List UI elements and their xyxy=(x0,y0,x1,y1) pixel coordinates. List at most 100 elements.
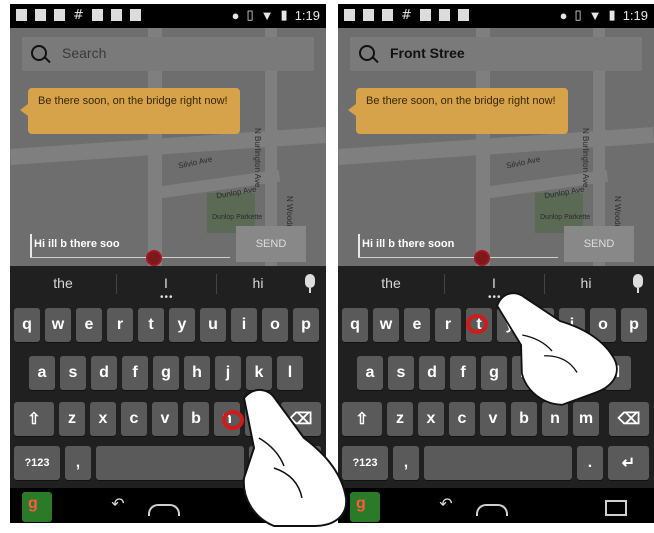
key-z[interactable]: z xyxy=(387,402,413,436)
navigation-bar: ↶ xyxy=(338,488,654,523)
suggestion-0[interactable]: the xyxy=(10,266,116,300)
back-icon[interactable]: ↶ xyxy=(434,496,458,513)
microphone-icon[interactable] xyxy=(305,274,315,293)
symbols-key[interactable]: ?123 xyxy=(14,446,60,480)
key-f[interactable]: f xyxy=(122,356,148,390)
key-c[interactable]: c xyxy=(121,402,147,436)
key-x[interactable]: x xyxy=(90,402,116,436)
key-u[interactable]: u xyxy=(200,308,226,342)
key-m[interactable]: m xyxy=(573,402,599,436)
back-icon[interactable]: ↶ xyxy=(106,496,130,513)
message-input[interactable]: Hi ill b there soon xyxy=(348,230,566,260)
battery-icon: ▮ xyxy=(608,7,616,22)
map-label: Dunlop Parkette xyxy=(540,214,591,221)
map-pin-icon[interactable] xyxy=(146,250,162,266)
map-label: Dunlop Parkette xyxy=(212,214,263,221)
touch-point-marker xyxy=(222,410,244,430)
message-bubble[interactable]: Be there soon, on the bridge right now! xyxy=(20,88,240,134)
key-a[interactable]: a xyxy=(29,356,55,390)
wifi-icon: ▼ xyxy=(260,7,274,23)
system-icons: ● ▯ ▼ ▮ 1:19 xyxy=(232,7,320,23)
search-bar[interactable]: Front Stree xyxy=(350,37,642,71)
search-icon[interactable] xyxy=(359,45,375,61)
hand-gesture-icon xyxy=(214,378,354,528)
shift-key[interactable]: ⇧ xyxy=(14,402,54,436)
card-icon xyxy=(91,9,103,21)
input-underline xyxy=(358,257,558,258)
key-r[interactable]: r xyxy=(107,308,133,342)
key-o[interactable]: o xyxy=(262,308,288,342)
microphone-icon[interactable] xyxy=(633,274,643,293)
touch-point-marker xyxy=(466,314,488,334)
card-icon xyxy=(419,9,431,21)
text-cursor xyxy=(358,234,360,258)
more-suggestions-icon[interactable]: ••• xyxy=(160,292,174,303)
key-v[interactable]: v xyxy=(480,402,506,436)
key-x[interactable]: x xyxy=(418,402,444,436)
key-w[interactable]: w xyxy=(373,308,399,342)
key-p[interactable]: p xyxy=(293,308,319,342)
key-g[interactable]: g xyxy=(153,356,179,390)
key-h[interactable]: h xyxy=(184,356,210,390)
space-key[interactable] xyxy=(424,446,572,480)
key-e[interactable]: e xyxy=(76,308,102,342)
suggestion-0[interactable]: the xyxy=(338,266,444,300)
hash-icon: # xyxy=(73,8,84,23)
briefcase-icon xyxy=(110,9,122,21)
enter-key[interactable]: ↵ xyxy=(608,446,649,480)
clock: 1:19 xyxy=(622,7,648,23)
key-w[interactable]: w xyxy=(45,308,71,342)
map-label: Silvio Ave xyxy=(505,154,542,171)
key-i[interactable]: i xyxy=(231,308,257,342)
send-button[interactable]: SEND xyxy=(236,226,306,262)
suggestion-2[interactable]: hi xyxy=(216,266,300,300)
search-bar[interactable]: Search xyxy=(22,37,314,71)
message-bubble[interactable]: Be there soon, on the bridge right now! xyxy=(348,88,568,134)
notification-icons: # xyxy=(344,9,469,22)
key-t[interactable]: t xyxy=(138,308,164,342)
search-icon[interactable] xyxy=(31,45,47,61)
comma-key[interactable]: , xyxy=(393,446,419,480)
key-q[interactable]: q xyxy=(342,308,368,342)
key-d[interactable]: d xyxy=(419,356,445,390)
map-view[interactable]: Silvio Ave Dunlop Ave Dunlop Parkette N Bur… xyxy=(338,28,654,266)
search-input[interactable]: Search xyxy=(62,45,106,61)
key-a[interactable]: a xyxy=(357,356,383,390)
home-icon[interactable] xyxy=(148,504,180,516)
message-input[interactable]: Hi ill b there soo xyxy=(20,230,238,260)
key-d[interactable]: d xyxy=(91,356,117,390)
key-c[interactable]: c xyxy=(449,402,475,436)
key-y[interactable]: y xyxy=(169,308,195,342)
maps-app-icon[interactable] xyxy=(22,492,52,522)
home-icon[interactable] xyxy=(476,504,508,516)
period-key[interactable]: . xyxy=(577,446,603,480)
map-view[interactable]: Silvio Ave Dunlop Ave Dunlop Parkette N Bur… xyxy=(10,28,326,266)
send-button[interactable]: SEND xyxy=(564,226,634,262)
key-b[interactable]: b xyxy=(183,402,209,436)
camera-icon xyxy=(129,9,141,21)
key-v[interactable]: v xyxy=(152,402,178,436)
map-pin-icon[interactable] xyxy=(474,250,490,266)
camera-icon xyxy=(457,9,469,21)
key-p[interactable]: p xyxy=(621,308,647,342)
system-icons: ● ▯ ▼ ▮ 1:19 xyxy=(560,7,648,23)
text-cursor xyxy=(30,234,32,258)
key-q[interactable]: q xyxy=(14,308,40,342)
map-label: N Burlington Ave xyxy=(253,128,262,188)
status-bar: # ● ▯ ▼ ▮ 1:19 xyxy=(338,4,654,28)
key-e[interactable]: e xyxy=(404,308,430,342)
key-f[interactable]: f xyxy=(450,356,476,390)
document-icon xyxy=(54,9,65,21)
key-z[interactable]: z xyxy=(59,402,85,436)
maps-app-icon[interactable] xyxy=(350,492,380,522)
message-input-text: Hi ill b there soo xyxy=(34,238,120,250)
wifi-icon: ▼ xyxy=(588,7,602,23)
key-s[interactable]: s xyxy=(60,356,86,390)
message-input-text: Hi ill b there soon xyxy=(362,238,455,250)
key-r[interactable]: r xyxy=(435,308,461,342)
comma-key[interactable]: , xyxy=(65,446,91,480)
search-input[interactable]: Front Stree xyxy=(390,45,465,61)
key-s[interactable]: s xyxy=(388,356,414,390)
backspace-key[interactable]: ⌫ xyxy=(609,402,649,436)
recents-icon[interactable] xyxy=(605,500,627,516)
